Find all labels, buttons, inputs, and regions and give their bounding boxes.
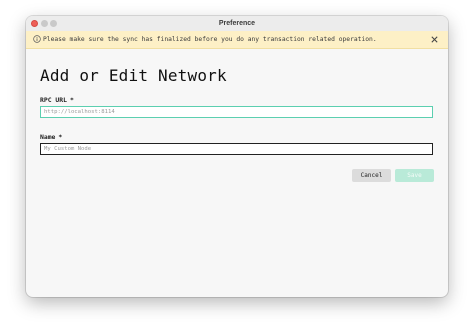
save-button[interactable]: Save <box>395 169 434 182</box>
close-icon[interactable] <box>430 35 439 44</box>
preference-window: Preference Please make sure the sync has… <box>26 16 448 297</box>
window-title: Preference <box>218 20 256 27</box>
info-icon <box>33 35 41 43</box>
sync-warning-banner: Please make sure the sync has finalized … <box>26 31 448 49</box>
required-mark: * <box>69 96 74 104</box>
banner-message: Please make sure the sync has finalized … <box>43 36 377 43</box>
rpc-url-input[interactable] <box>40 106 433 118</box>
page-title: Add or Edit Network <box>40 66 227 85</box>
name-label-text: Name <box>40 133 56 141</box>
required-mark: * <box>58 133 63 141</box>
name-input[interactable] <box>40 143 433 155</box>
rpc-url-label: RPC URL * <box>40 96 74 104</box>
title-bar: Preference <box>26 16 448 32</box>
cancel-button[interactable]: Cancel <box>352 169 391 182</box>
rpc-url-label-text: RPC URL <box>40 96 67 104</box>
name-label: Name * <box>40 133 62 141</box>
